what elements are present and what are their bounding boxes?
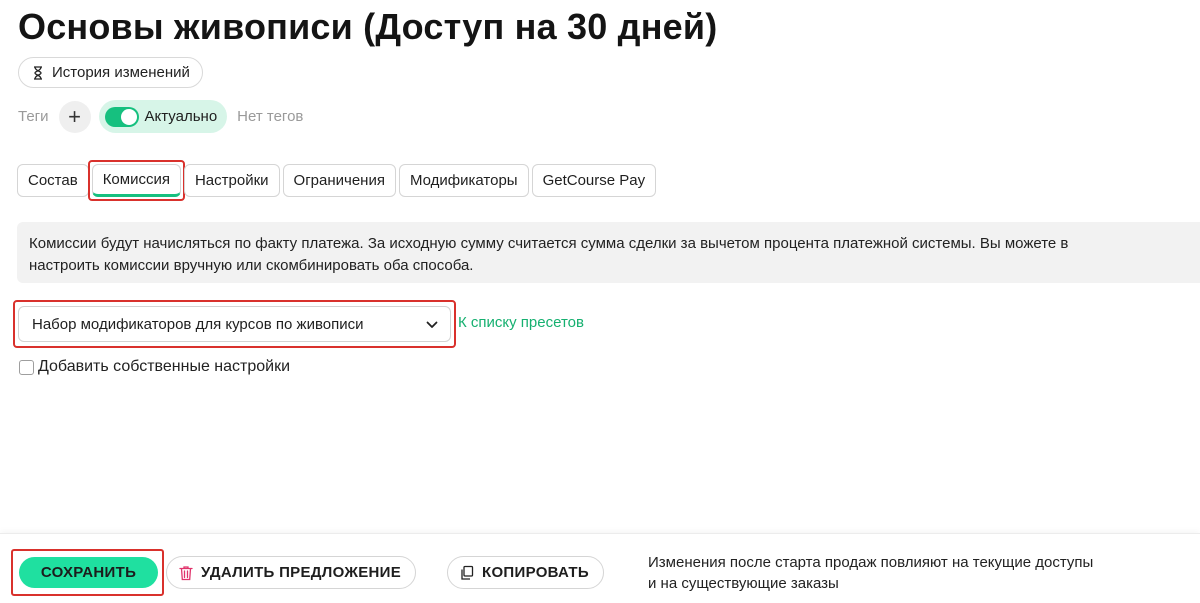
own-settings-checkbox[interactable] — [19, 359, 34, 375]
no-tags-text: Нет тегов — [237, 108, 304, 125]
delete-offer-button[interactable]: УДАЛИТЬ ПРЕДЛОЖЕНИЕ — [166, 556, 417, 589]
tags-row: Теги + Актуально Нет тегов — [18, 100, 303, 133]
info-text-line-2: настроить комиссии вручную или скомбинир… — [29, 257, 474, 274]
copy-button[interactable]: КОПИРОВАТЬ — [447, 556, 604, 589]
status-toggle[interactable]: Актуально — [98, 100, 228, 133]
save-button[interactable]: СОХРАНИТЬ — [19, 557, 158, 588]
footer-note-line-2: и на существующие заказы — [648, 575, 839, 592]
copy-label: КОПИРОВАТЬ — [482, 564, 589, 581]
status-toggle-label: Актуально — [144, 108, 218, 125]
tab-getcourse-pay[interactable]: GetCourse Pay — [531, 164, 657, 197]
history-button-label: История изменений — [52, 64, 190, 81]
tabs-bar: Состав Комиссия Настройки Ограничения Мо… — [17, 160, 657, 201]
preset-select[interactable]: Набор модификаторов для курсов по живопи… — [18, 306, 451, 342]
chevron-down-icon — [426, 316, 438, 333]
own-settings-option[interactable]: Добавить собственные настройки — [19, 358, 290, 376]
tab-modifiers[interactable]: Модификаторы — [398, 164, 529, 197]
footer-note-line-1: Изменения после старта продаж повлияют н… — [648, 554, 1094, 571]
presets-list-link[interactable]: К списку пресетов — [458, 314, 584, 331]
info-text-line-1: Комиссии будут начисляться по факту плат… — [29, 235, 1069, 252]
own-settings-label: Добавить собственные настройки — [38, 358, 291, 375]
copy-icon — [460, 565, 474, 581]
tab-composition[interactable]: Состав — [17, 164, 89, 197]
save-highlight: СОХРАНИТЬ — [11, 549, 164, 596]
tab-restrictions[interactable]: Ограничения — [282, 164, 396, 197]
commission-info-box: Комиссии будут начисляться по факту плат… — [17, 222, 1200, 283]
footer-note: Изменения после старта продаж повлияют н… — [648, 552, 1093, 594]
page-title: Основы живописи (Доступ на 30 дней) — [18, 6, 718, 47]
preset-highlight: Набор модификаторов для курсов по живопи… — [13, 300, 456, 348]
tab-commission[interactable]: Комиссия — [87, 160, 186, 201]
toggle-switch[interactable] — [104, 106, 139, 127]
hourglass-icon — [31, 65, 45, 80]
tab-settings[interactable]: Настройки — [183, 164, 280, 197]
trash-icon — [179, 565, 193, 581]
add-tag-button[interactable]: + — [58, 100, 91, 133]
tags-label: Теги — [18, 108, 49, 125]
history-button[interactable]: История изменений — [18, 57, 203, 88]
preset-selected-value: Набор модификаторов для курсов по живопи… — [32, 315, 364, 333]
delete-offer-label: УДАЛИТЬ ПРЕДЛОЖЕНИЕ — [201, 564, 402, 581]
